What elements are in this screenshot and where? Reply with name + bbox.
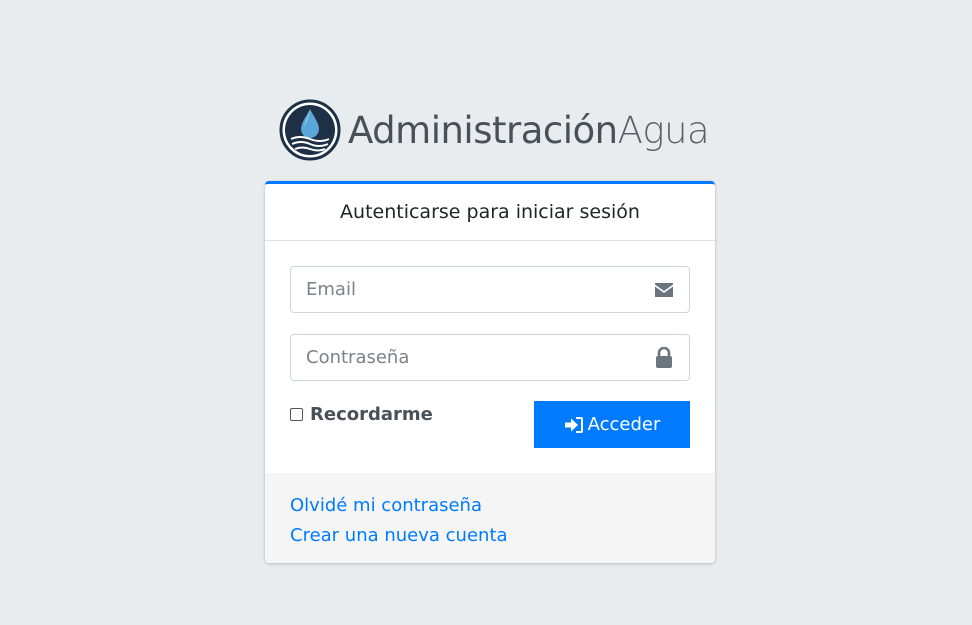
login-form: Recordarme Acceder bbox=[265, 241, 715, 473]
email-addon bbox=[639, 267, 689, 312]
water-drop-icon bbox=[279, 99, 341, 161]
register-link[interactable]: Crear una nueva cuenta bbox=[290, 521, 690, 551]
login-title: Autenticarse para iniciar sesión bbox=[340, 201, 640, 223]
email-input-group bbox=[290, 266, 690, 313]
password-addon bbox=[639, 335, 689, 380]
lock-icon bbox=[656, 346, 672, 368]
password-input-group bbox=[290, 334, 690, 381]
brand-name-secondary: Agua bbox=[617, 108, 710, 152]
remember-checkbox[interactable] bbox=[290, 408, 303, 421]
login-button[interactable]: Acceder bbox=[534, 401, 690, 448]
login-button-label: Acceder bbox=[587, 414, 661, 435]
remember-me[interactable]: Recordarme bbox=[290, 404, 433, 425]
email-input[interactable] bbox=[291, 267, 639, 312]
login-card-header: Autenticarse para iniciar sesión bbox=[265, 184, 715, 241]
sign-in-icon bbox=[564, 416, 583, 433]
login-card: Autenticarse para iniciar sesión Email R… bbox=[265, 181, 715, 563]
brand-logo[interactable]: AdministraciónAgua bbox=[279, 99, 710, 161]
brand-name: AdministraciónAgua bbox=[348, 108, 710, 152]
password-input[interactable] bbox=[291, 335, 639, 380]
remember-label: Recordarme bbox=[310, 404, 433, 425]
forgot-password-link[interactable]: Olvidé mi contraseña bbox=[290, 491, 690, 521]
brand-name-primary: Administración bbox=[348, 108, 618, 152]
envelope-icon bbox=[655, 282, 673, 297]
login-card-footer: Olvidé mi contraseña Crear una nueva cue… bbox=[265, 473, 715, 563]
